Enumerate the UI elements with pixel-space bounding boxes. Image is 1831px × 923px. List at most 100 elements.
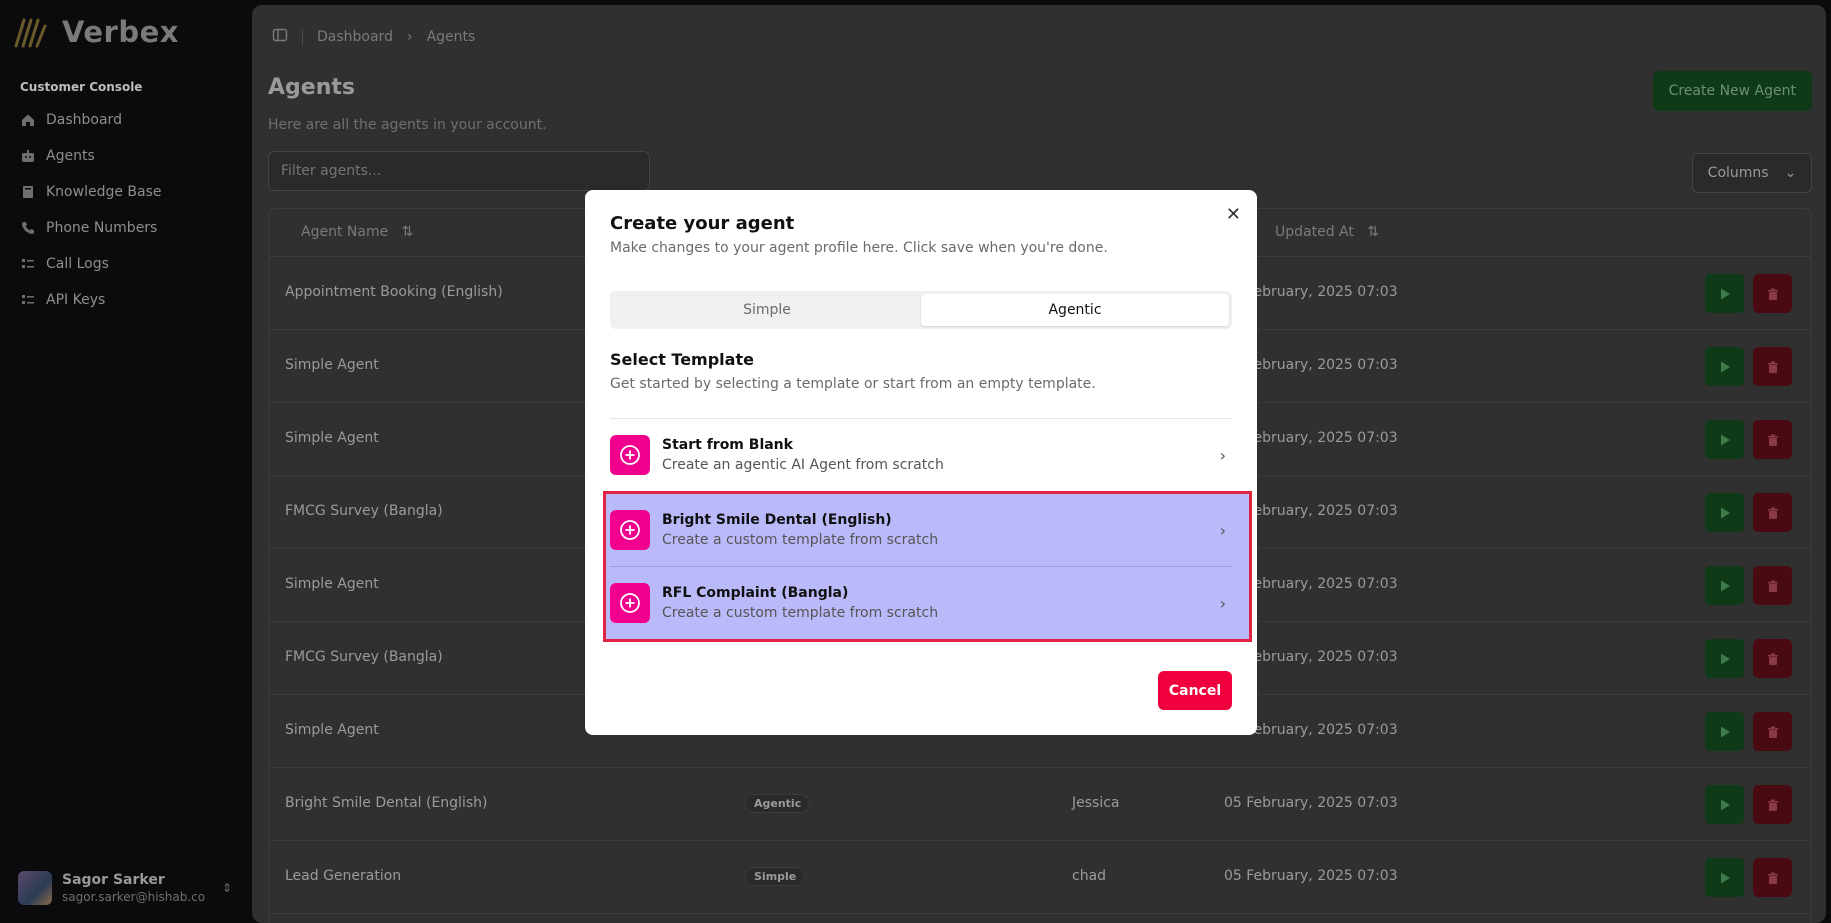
trash-icon	[1767, 288, 1778, 300]
agent-type-badge: Simple	[745, 867, 806, 886]
columns-label: Columns	[1707, 165, 1769, 181]
trash-icon	[1767, 872, 1778, 884]
highlighted-templates: Bright Smile Dental (English) Create a c…	[603, 491, 1252, 642]
delete-button[interactable]	[1753, 858, 1792, 897]
sidebar-item-label: Dashboard	[46, 112, 122, 128]
template-rfl-complaint[interactable]: RFL Complaint (Bangla) Create a custom t…	[610, 567, 1232, 639]
book-icon	[20, 184, 36, 200]
agent-name-cell[interactable]: Simple Agent	[285, 430, 379, 446]
agent-name-cell[interactable]: Simple Agent	[285, 357, 379, 373]
play-button[interactable]	[1705, 274, 1744, 313]
delete-button[interactable]	[1753, 493, 1792, 532]
cancel-button[interactable]: Cancel	[1158, 671, 1232, 710]
play-button[interactable]	[1705, 858, 1744, 897]
sidebar-toggle-icon[interactable]	[272, 27, 288, 47]
chevron-right-icon: ›	[1219, 445, 1226, 465]
sidebar-item-label: Phone Numbers	[46, 220, 158, 236]
sidebar-item-api-keys[interactable]: API Keys	[12, 282, 242, 318]
agent-name-cell[interactable]: Appointment Booking (English)	[285, 284, 503, 300]
breadcrumb-divider	[302, 29, 303, 45]
template-description: Create a custom template from scratch	[662, 532, 939, 548]
sidebar-item-knowledge-base[interactable]: Knowledge Base	[12, 174, 242, 210]
tab-simple[interactable]: Simple	[613, 294, 921, 326]
page-subtitle: Here are all the agents in your account.	[268, 117, 547, 133]
sidebar-item-dashboard[interactable]: Dashboard	[12, 102, 242, 138]
dialog-title: Create your agent	[610, 213, 795, 234]
play-button[interactable]	[1705, 420, 1744, 459]
app-logo[interactable]: Verbex	[12, 12, 179, 52]
play-icon	[1720, 799, 1730, 810]
chevron-down-icon: ⌄	[1784, 165, 1797, 181]
trash-icon	[1767, 434, 1778, 446]
create-new-agent-button[interactable]: Create New Agent	[1652, 71, 1812, 111]
table-row: Bright Smile Dental (English) Agentic Jess…	[269, 768, 1811, 841]
sidebar-item-label: Call Logs	[46, 256, 109, 272]
agent-name-cell[interactable]: Simple Agent	[285, 576, 379, 592]
agent-name-cell[interactable]: Lead Generation	[285, 868, 401, 884]
phone-icon	[20, 220, 36, 236]
breadcrumb-item-dashboard[interactable]: Dashboard	[317, 29, 393, 45]
play-button[interactable]	[1705, 566, 1744, 605]
agent-type-badge: Agentic	[745, 794, 811, 813]
breadcrumb: Dashboard › Agents	[272, 27, 475, 47]
table-row: Lead Generation Simple chad 05 February, 20…	[269, 841, 1811, 914]
user-email: sagor.sarker@hishab.co	[62, 890, 206, 904]
plus-circle-icon	[610, 583, 650, 623]
column-header-agent-name[interactable]: Agent Name ⇅	[301, 224, 413, 240]
agent-type-tabs: Simple Agentic	[610, 291, 1232, 329]
delete-button[interactable]	[1753, 785, 1792, 824]
updated-at-cell: 05 February, 2025 07:03	[1224, 795, 1398, 811]
play-button[interactable]	[1705, 712, 1744, 751]
chevron-right-icon: ›	[406, 29, 413, 45]
template-description: Create an agentic AI Agent from scratch	[662, 457, 944, 473]
dialog-description: Make changes to your agent profile here.…	[610, 240, 1108, 256]
agent-name-cell[interactable]: Simple Agent	[285, 722, 379, 738]
play-button[interactable]	[1705, 347, 1744, 386]
close-icon[interactable]: ✕	[1226, 204, 1241, 225]
user-menu[interactable]: Sagor Sarker sagor.sarker@hishab.co ⇕	[18, 868, 232, 908]
play-icon	[1720, 434, 1730, 445]
delete-button[interactable]	[1753, 566, 1792, 605]
agent-name-cell[interactable]: FMCG Survey (Bangla)	[285, 503, 443, 519]
agent-name-cell[interactable]: FMCG Survey (Bangla)	[285, 649, 443, 665]
list-icon	[20, 256, 36, 272]
delete-button[interactable]	[1753, 347, 1792, 386]
trash-icon	[1767, 726, 1778, 738]
play-button[interactable]	[1705, 493, 1744, 532]
tab-agentic[interactable]: Agentic	[921, 294, 1229, 326]
template-name: RFL Complaint (Bangla)	[662, 585, 849, 601]
trash-icon	[1767, 799, 1778, 811]
list-icon	[20, 292, 36, 308]
verbex-logo-icon	[14, 18, 47, 48]
delete-button[interactable]	[1753, 274, 1792, 313]
columns-button[interactable]: Columns ⌄	[1692, 153, 1812, 193]
delete-button[interactable]	[1753, 712, 1792, 751]
column-header-updated-at[interactable]: Updated At ⇅	[1275, 224, 1379, 240]
play-icon	[1720, 580, 1730, 591]
app-name: Verbex	[62, 15, 179, 49]
template-bright-smile-dental[interactable]: Bright Smile Dental (English) Create a c…	[610, 494, 1232, 566]
play-icon	[1720, 872, 1730, 883]
template-name: Start from Blank	[662, 437, 793, 453]
sidebar-item-phone-numbers[interactable]: Phone Numbers	[12, 210, 242, 246]
delete-button[interactable]	[1753, 420, 1792, 459]
chevron-right-icon: ›	[1219, 593, 1226, 613]
template-name: Bright Smile Dental (English)	[662, 512, 892, 528]
filter-agents-input[interactable]	[268, 151, 650, 191]
play-button[interactable]	[1705, 785, 1744, 824]
delete-button[interactable]	[1753, 639, 1792, 678]
avatar	[18, 871, 52, 905]
user-name: Sagor Sarker	[62, 872, 165, 888]
plus-circle-icon	[610, 435, 650, 475]
chevron-right-icon: ›	[1219, 520, 1226, 540]
template-start-from-blank[interactable]: Start from Blank Create an agentic AI Ag…	[610, 419, 1232, 491]
play-button[interactable]	[1705, 639, 1744, 678]
section-label: Customer Console	[20, 80, 143, 94]
play-icon	[1720, 361, 1730, 372]
bot-icon	[20, 148, 36, 164]
play-icon	[1720, 653, 1730, 664]
sidebar-item-call-logs[interactable]: Call Logs	[12, 246, 242, 282]
sidebar-item-agents[interactable]: Agents	[12, 138, 242, 174]
agent-name-cell[interactable]: Bright Smile Dental (English)	[285, 795, 487, 811]
sidebar-item-label: Knowledge Base	[46, 184, 162, 200]
